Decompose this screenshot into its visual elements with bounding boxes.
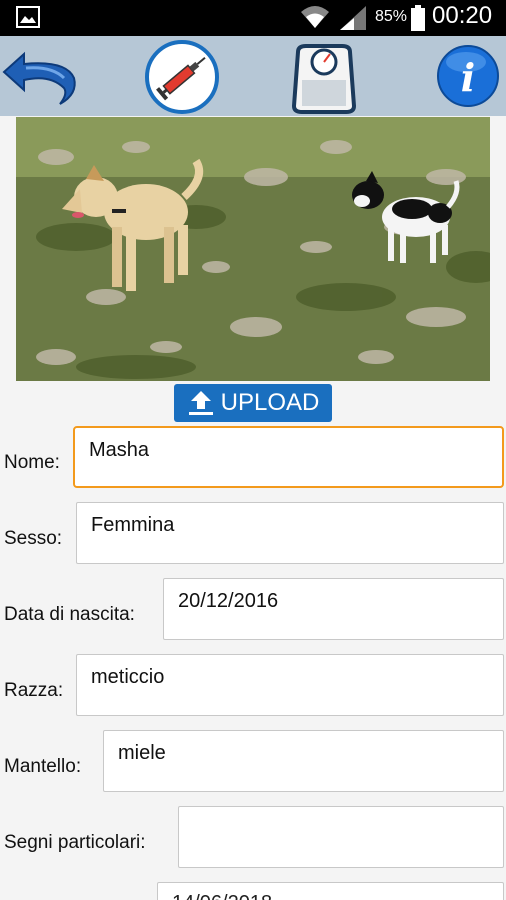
syringe-icon[interactable] [144,39,220,115]
razza-input[interactable]: meticcio [76,654,504,716]
razza-label: Razza: [4,680,64,701]
wifi-icon [301,6,329,28]
upload-button[interactable]: UPLOAD [174,384,332,422]
pet-photo[interactable] [16,117,490,381]
battery-percent: 85% [375,8,408,25]
segni-label: Segni particolari: [4,832,146,853]
data-nascita-input[interactable]: 20/12/2016 [163,578,504,640]
next-date-input[interactable]: 14/06/2018 [157,882,504,900]
battery-icon [411,5,425,31]
mantello-input[interactable]: miele [103,730,504,792]
toolbar: i [0,36,506,116]
gallery-icon [16,6,40,28]
clock: 00:20 [432,2,493,29]
nome-label: Nome: [4,452,60,473]
upload-label: UPLOAD [220,389,320,416]
nome-input[interactable]: Masha [73,426,504,488]
sesso-input[interactable]: Femmina [76,502,504,564]
scale-icon[interactable] [292,42,356,114]
info-icon[interactable]: i [436,44,500,108]
status-bar: 85% 00:20 [0,0,506,36]
segni-input[interactable] [178,806,504,868]
back-icon[interactable] [2,48,80,108]
upload-icon [188,391,213,415]
dogs-photo [16,117,490,381]
svg-text:i: i [461,55,475,100]
data-nascita-label: Data di nascita: [4,604,135,625]
signal-icon [340,6,366,30]
sesso-label: Sesso: [4,528,63,549]
mantello-label: Mantello: [4,756,82,777]
